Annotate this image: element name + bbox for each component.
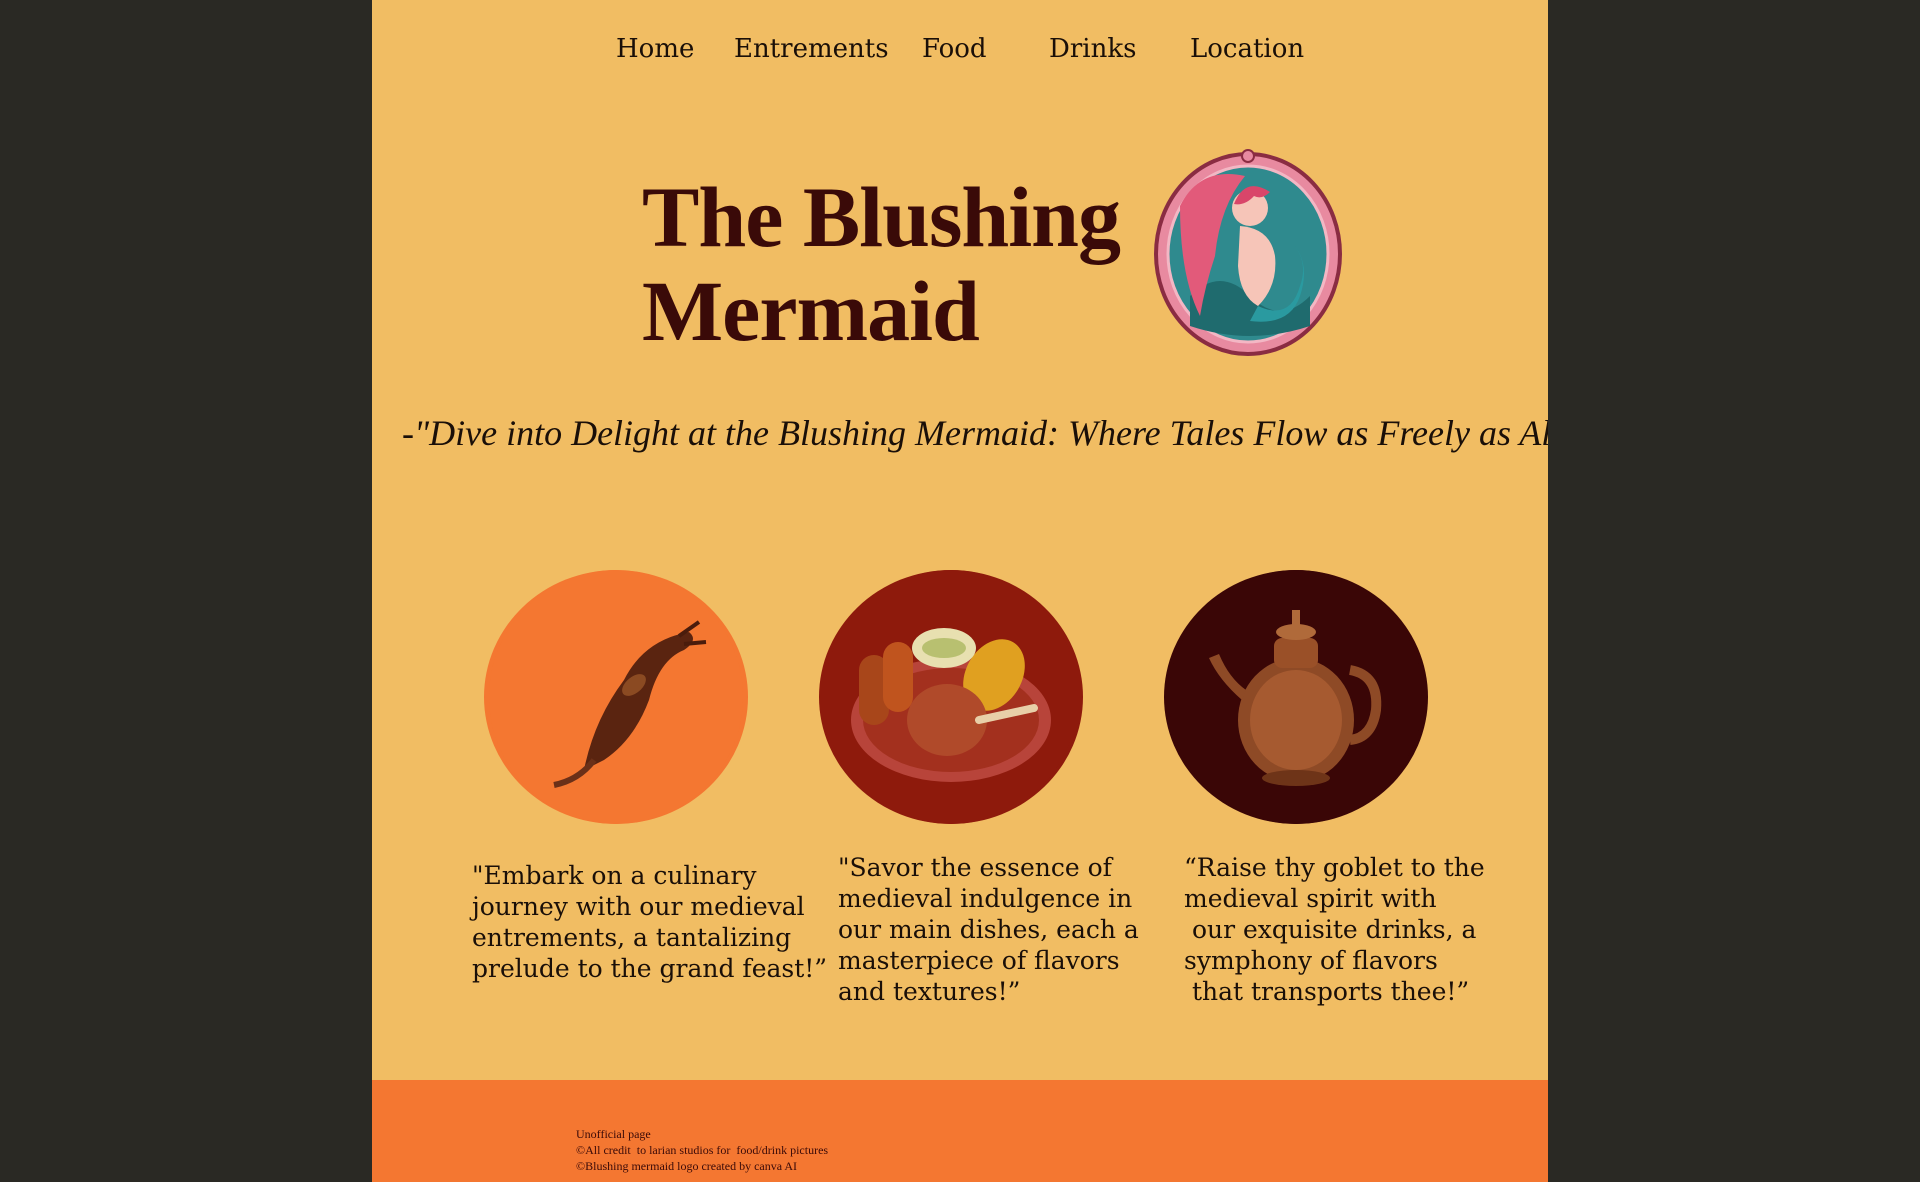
nav-entrements[interactable]: Entrements <box>734 34 889 64</box>
footer-line-3: ©Blushing mermaid logo created by canva … <box>576 1159 798 1173</box>
nav-drinks[interactable]: Drinks <box>1049 34 1136 64</box>
roast-rat-icon <box>484 570 748 824</box>
tagline: -"Dive into Delight at the Blushing Merm… <box>402 413 1548 453</box>
page-title: The Blushing Mermaid <box>642 170 1162 358</box>
main-nav: Home Entrements Food Drinks Location <box>372 34 1548 74</box>
food-caption: "Savor the essence of medieval indulgenc… <box>838 853 1139 1006</box>
footer: Unofficial page ©All credit to larian st… <box>372 1080 1548 1182</box>
feast-plate-icon <box>819 570 1083 824</box>
teapot-icon <box>1164 570 1428 824</box>
footer-line-1: Unofficial page <box>576 1127 651 1141</box>
page: Home Entrements Food Drinks Location The… <box>372 0 1548 1182</box>
title-line-1: The Blushing <box>642 169 1121 265</box>
nav-food[interactable]: Food <box>922 34 987 64</box>
footer-line-2: ©All credit to larian studios for food/d… <box>576 1143 829 1157</box>
nav-location[interactable]: Location <box>1190 34 1304 64</box>
mermaid-logo-icon <box>1150 146 1346 358</box>
nav-home[interactable]: Home <box>616 34 694 64</box>
title-line-2: Mermaid <box>642 263 980 359</box>
entrements-caption: "Embark on a culinary journey with our m… <box>472 861 828 983</box>
drinks-caption: “Raise thy goblet to the medieval spirit… <box>1184 853 1485 1006</box>
